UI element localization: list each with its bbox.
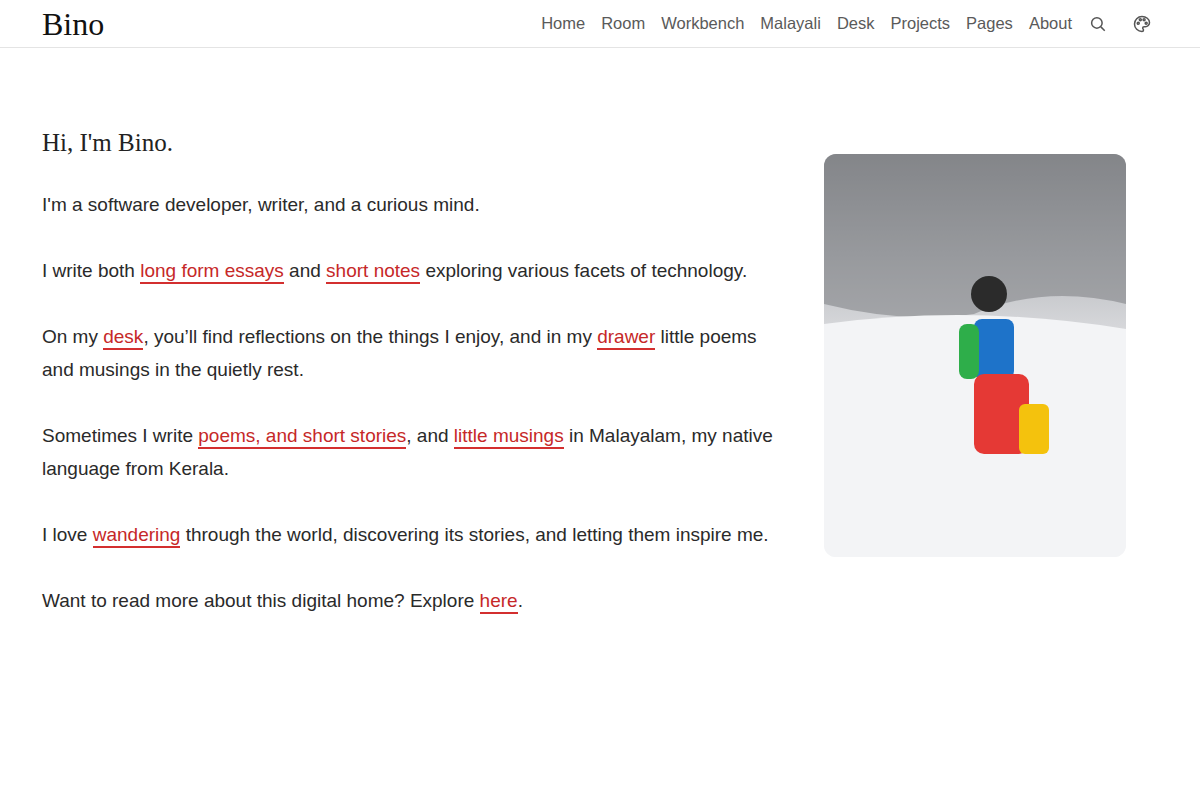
intro-link[interactable]: here [480, 590, 518, 614]
intro-link[interactable]: wandering [93, 524, 181, 548]
intro-text-run: On my [42, 326, 103, 347]
search-icon[interactable] [1088, 14, 1108, 34]
photo-scene [824, 154, 1126, 557]
main-nav: Home Room Workbench Malayali Desk Projects Pag… [541, 11, 1152, 36]
intro-link[interactable]: short notes [326, 260, 420, 284]
intro-text-run: I write both [42, 260, 140, 281]
nav-link[interactable]: Malayali [760, 11, 821, 36]
top-bar: Bino Home Room Workbench Malayali Desk Projec… [0, 0, 1200, 48]
intro-text-run: I'm a software developer, writer, and a … [42, 194, 480, 215]
nav-link[interactable]: About [1029, 11, 1072, 36]
intro-link[interactable]: little musings [454, 425, 564, 449]
site-brand[interactable]: Bino [42, 8, 104, 40]
intro-text-run: through the world, discovering its stori… [180, 524, 768, 545]
intro-text-run: Want to read more about this digital hom… [42, 590, 480, 611]
intro-paragraph: I love wandering through the world, disc… [42, 518, 787, 551]
nav-link[interactable]: Room [601, 11, 645, 36]
nav-link[interactable]: Desk [837, 11, 875, 36]
intro-link[interactable]: drawer [597, 326, 655, 350]
intro-text-run: , and [406, 425, 454, 446]
intro-text-run: exploring various facets of technology. [420, 260, 747, 281]
nav-link[interactable]: Pages [966, 11, 1013, 36]
intro-paragraph: Want to read more about this digital hom… [42, 584, 787, 617]
intro-text: Hi, I'm Bino. I'm a software developer, w… [42, 128, 787, 650]
intro-paragraph: On my desk, you’ll find reflections on t… [42, 320, 787, 386]
intro-paragraph: Sometimes I write poems, and short stori… [42, 419, 787, 485]
intro-paragraph: I'm a software developer, writer, and a … [42, 188, 787, 221]
intro-text-run: , you’ll find reflections on the things … [143, 326, 597, 347]
intro-text-run: and [284, 260, 326, 281]
intro-link[interactable]: poems, and short stories [198, 425, 406, 449]
nav-link[interactable]: Home [541, 11, 585, 36]
profile-photo [824, 154, 1126, 557]
intro-link[interactable]: desk [103, 326, 143, 350]
intro-text-run: . [518, 590, 523, 611]
palette-icon[interactable] [1132, 14, 1152, 34]
photo-column [824, 154, 1126, 557]
intro-text-run: I love [42, 524, 93, 545]
intro-paragraph: I write both long form essays and short … [42, 254, 787, 287]
intro-link[interactable]: long form essays [140, 260, 284, 284]
nav-link[interactable]: Projects [890, 11, 950, 36]
nav-link[interactable]: Workbench [661, 11, 744, 36]
intro-section: Hi, I'm Bino. I'm a software developer, w… [0, 48, 1200, 690]
intro-heading: Hi, I'm Bino. [42, 128, 787, 158]
intro-text-run: Sometimes I write [42, 425, 198, 446]
